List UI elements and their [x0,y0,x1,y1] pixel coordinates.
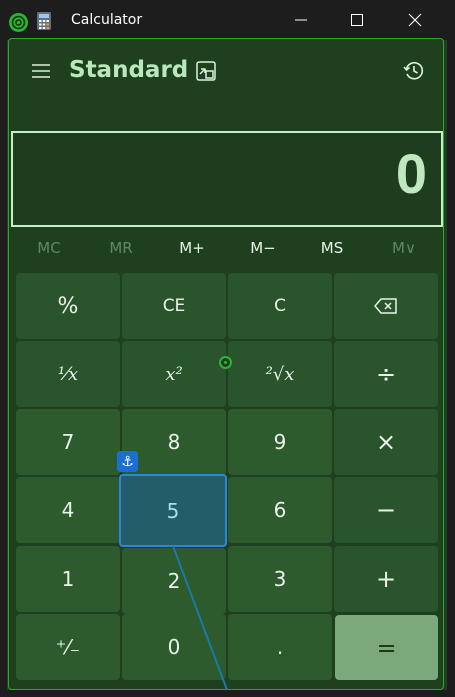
digit-1-button[interactable]: 1 [16,546,120,612]
equals-button[interactable]: = [335,615,438,680]
minimize-icon [295,19,307,21]
maximize-icon [351,14,363,26]
reciprocal-button[interactable]: ¹⁄x [16,341,120,407]
digit-6-button[interactable]: 6 [228,477,332,543]
keep-on-top-icon [196,61,216,81]
memory-list-button[interactable]: M∨ [374,239,434,257]
multiply-button[interactable]: × [334,409,438,475]
plus-button[interactable]: + [334,546,438,612]
memory-clear-button[interactable]: MC [19,239,79,257]
display-value: 0 [395,142,427,205]
window-border-left [0,40,7,697]
history-icon [403,61,424,80]
divide-button[interactable]: ÷ [334,341,438,407]
window-border-bottom [0,690,455,697]
square-label: x² [165,363,183,385]
title-bar: Calculator [0,0,455,40]
memory-add-button[interactable]: M+ [162,239,222,257]
hamburger-menu-icon [32,64,50,78]
minus-button[interactable]: − [334,477,438,543]
close-button[interactable] [392,6,438,34]
digit-0-button[interactable]: 0 [122,614,226,680]
calculator-app-icon [37,12,51,30]
result-display: 0 [11,131,443,227]
target-icon [9,13,28,32]
digit-7-button[interactable]: 7 [16,409,120,475]
memory-recall-button[interactable]: MR [91,239,151,257]
percent-button[interactable]: % [16,273,120,339]
negate-button[interactable]: ⁺⁄₋ [16,614,120,680]
clear-entry-button[interactable]: CE [122,273,226,339]
hamburger-menu-button[interactable] [30,60,52,82]
anchor-icon: ⚓ [117,451,138,472]
digit-9-button[interactable]: 9 [228,409,332,475]
backspace-icon [374,298,397,314]
minimize-button[interactable] [278,6,324,34]
square-root-label: ²√x [265,363,295,385]
window-title: Calculator [71,12,143,28]
reciprocal-label: ¹⁄x [57,363,79,385]
square-button[interactable]: x² [122,341,226,407]
square-root-button[interactable]: ²√x [228,341,332,407]
digit-4-button[interactable]: 4 [16,477,120,543]
keep-on-top-button[interactable] [195,60,217,82]
clear-button[interactable]: C [228,273,332,339]
memory-store-button[interactable]: MS [302,239,362,257]
digit-5-button[interactable]: 5 [119,474,227,547]
maximize-button[interactable] [334,6,380,34]
backspace-button[interactable] [334,273,438,339]
decimal-button[interactable]: . [228,614,332,680]
digit-3-button[interactable]: 3 [228,546,332,612]
history-button[interactable] [402,59,426,83]
mode-title: Standard [69,57,189,83]
window-border-right [447,40,455,697]
close-icon [408,13,422,27]
point-marker-icon [219,356,232,369]
digit-2-button[interactable]: 2 [122,548,226,614]
memory-subtract-button[interactable]: M− [233,239,293,257]
